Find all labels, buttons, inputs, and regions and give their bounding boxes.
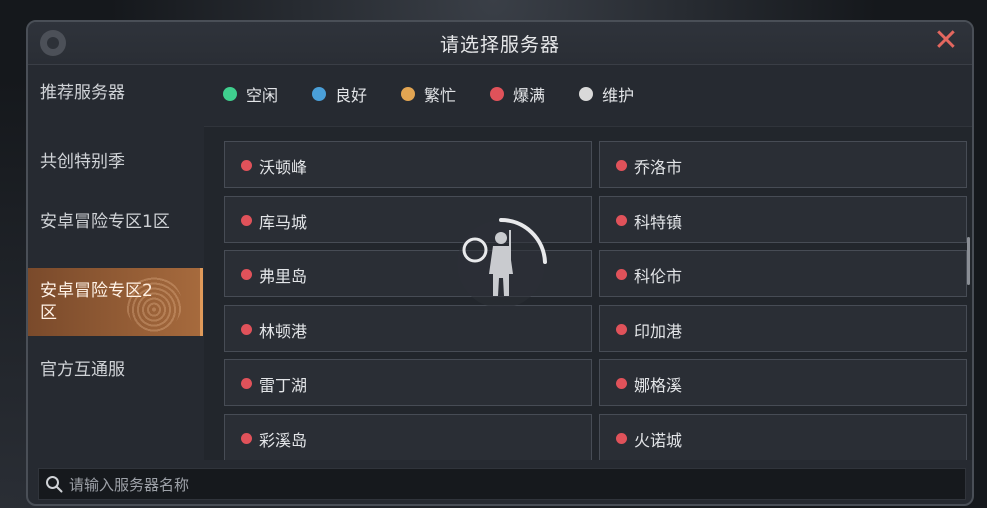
server-item[interactable]: 印加港 — [599, 304, 967, 352]
sidebar-item-label: 官方互通服 — [40, 360, 125, 380]
server-item[interactable]: 科特镇 — [599, 195, 967, 243]
server-status-dot-icon — [241, 378, 252, 389]
close-button[interactable]: ✕ — [932, 26, 960, 56]
server-status-dot-icon — [616, 323, 627, 335]
server-status-dot-icon — [616, 160, 627, 171]
legend-label: 繁忙 — [424, 86, 457, 105]
server-name: 雷丁湖 — [259, 376, 308, 395]
status-dot-icon — [401, 87, 416, 101]
server-status-dot-icon — [616, 269, 627, 280]
legend-label: 维护 — [602, 86, 635, 105]
server-grid: 沃顿峰 乔洛市库马城 科特镇弗里岛 科伦市林顿港 印加港雷丁湖 娜格溪彩溪岛 火诺城 — [204, 126, 972, 460]
status-dot-icon — [223, 87, 237, 101]
server-name: 印加港 — [634, 321, 683, 341]
server-status-dot-icon — [241, 160, 252, 171]
server-status-dot-icon — [241, 432, 252, 444]
title-bar: 请选择服务器 ✕ — [28, 22, 972, 65]
status-dot-icon — [490, 87, 505, 101]
sidebar-item-official-crossplay[interactable]: 官方互通服 — [28, 359, 203, 381]
server-name: 娜格溪 — [634, 376, 683, 395]
loading-spinner-icon — [457, 217, 547, 308]
legend-item: 空闲 — [223, 82, 278, 106]
sidebar-item-label: 推荐服务器 — [40, 83, 125, 103]
server-search-input[interactable] — [67, 469, 959, 501]
server-name: 科特镇 — [634, 212, 683, 232]
status-dot-icon — [579, 87, 594, 101]
server-name: 火诺城 — [634, 430, 683, 450]
server-search-bar — [38, 468, 966, 501]
server-status-dot-icon — [241, 269, 252, 280]
server-name: 林顿港 — [259, 321, 308, 341]
server-item[interactable]: 科伦市 — [599, 250, 967, 297]
server-item[interactable]: 彩溪岛 — [224, 413, 592, 460]
server-item[interactable]: 沃顿峰 — [224, 141, 592, 188]
sidebar-item-label: 安卓冒险专区1区 — [40, 212, 170, 232]
sidebar-item-recommended[interactable]: 推荐服务器 — [28, 82, 203, 104]
scrollbar[interactable] — [967, 237, 970, 285]
sidebar-item-android-zone-2[interactable]: 安卓冒险专区2区 — [28, 268, 203, 336]
dialog-title: 请选择服务器 — [439, 34, 560, 56]
legend-label: 空闲 — [246, 86, 279, 105]
server-item[interactable]: 乔洛市 — [599, 141, 967, 188]
sidebar-item-android-zone-1[interactable]: 安卓冒险专区1区 — [28, 211, 188, 233]
legend-label: 良好 — [335, 86, 368, 105]
server-status-dot-icon — [616, 378, 627, 389]
status-dot-icon — [312, 87, 327, 101]
sidebar-item-cocreate-season[interactable]: 共创特别季 — [28, 151, 203, 173]
server-status-dot-icon — [241, 214, 252, 226]
status-legend: 空闲 良好 繁忙 爆满 维护 — [223, 82, 668, 106]
server-category-sidebar: 推荐服务器 共创特别季 安卓冒险专区1区 安卓冒险专区2区 官方互通服 — [28, 65, 203, 460]
search-icon — [46, 476, 63, 493]
legend-item: 维护 — [579, 82, 634, 106]
legend-item: 良好 — [312, 82, 367, 106]
server-name: 乔洛市 — [634, 158, 683, 177]
server-name: 科伦市 — [634, 267, 683, 286]
server-status-dot-icon — [616, 214, 627, 226]
server-name: 库马城 — [259, 212, 308, 232]
server-name: 沃顿峰 — [259, 158, 308, 177]
legend-label: 爆满 — [513, 86, 546, 105]
fingerprint-decoration-icon — [126, 276, 182, 332]
server-name: 弗里岛 — [259, 267, 308, 286]
legend-item: 繁忙 — [401, 82, 456, 106]
server-name: 彩溪岛 — [259, 430, 308, 450]
server-item[interactable]: 娜格溪 — [599, 359, 967, 406]
sidebar-item-label: 共创特别季 — [40, 152, 125, 172]
server-status-dot-icon — [616, 432, 627, 444]
server-status-dot-icon — [241, 323, 252, 335]
server-item[interactable]: 雷丁湖 — [224, 359, 592, 406]
server-item[interactable]: 火诺城 — [599, 413, 967, 460]
close-icon: ✕ — [933, 23, 959, 58]
server-select-dialog: 请选择服务器 ✕ 推荐服务器 共创特别季 安卓冒险专区1区 安卓冒险专区2区 官… — [26, 20, 974, 506]
legend-item: 爆满 — [490, 82, 545, 106]
